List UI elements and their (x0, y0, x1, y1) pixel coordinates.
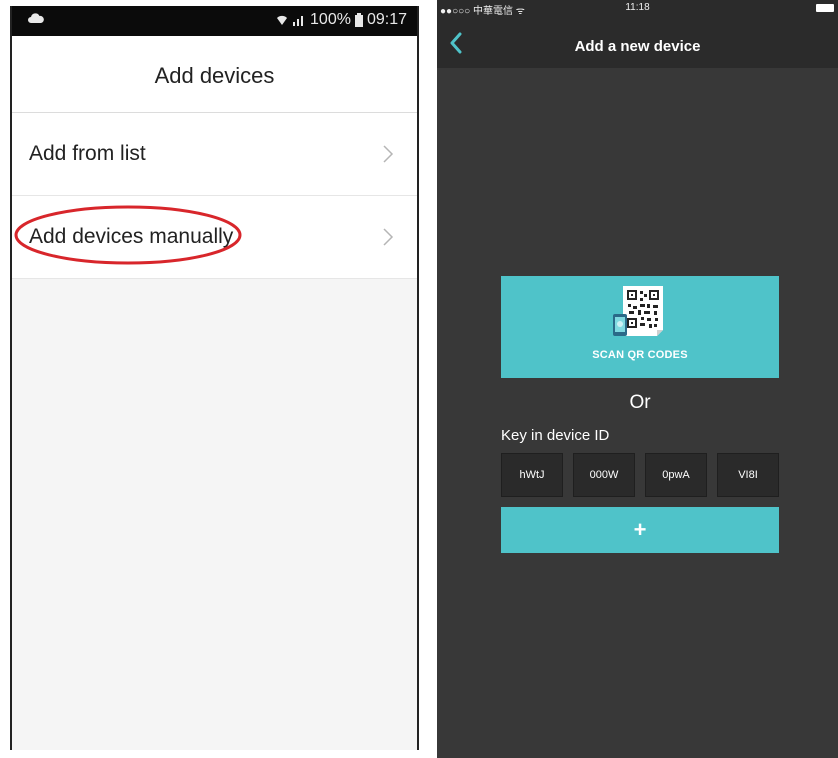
device-id-field-4[interactable]: VI8I (717, 453, 779, 497)
status-time: 11:18 (625, 2, 650, 13)
device-id-field-2[interactable]: 000W (573, 453, 635, 497)
page-title: Add devices (154, 63, 275, 88)
device-id-label: Key in device ID (501, 427, 610, 444)
signal-icon (293, 16, 304, 26)
battery-icon (354, 13, 363, 27)
android-status-bar: 100% 09:17 (12, 6, 417, 36)
scan-qr-label: SCAN QR CODES (592, 349, 688, 361)
scan-qr-button[interactable]: SCAN QR CODES (501, 276, 779, 378)
list-item-add-from-list[interactable]: Add from list (12, 113, 417, 196)
device-id-field-1[interactable]: hWtJ (501, 453, 563, 497)
add-device-button[interactable]: + (501, 507, 779, 553)
device-id-field-3[interactable]: 0pwA (645, 453, 707, 497)
cloud-icon (28, 13, 44, 23)
highlight-ellipse-annotation (14, 205, 242, 265)
chevron-right-icon (383, 228, 394, 246)
or-divider-text: Or (629, 392, 651, 413)
ios-screen: ●●○○○ 中華電信 ᯤ 11:18 Add a new device SCAN… (437, 0, 838, 758)
page-title: Add a new device (574, 38, 701, 55)
list-item-label: Add from list (29, 142, 146, 165)
battery-percent: 100% (310, 11, 351, 28)
battery-icon (816, 4, 834, 12)
ios-status-bar: ●●○○○ 中華電信 ᯤ 11:18 (437, 0, 838, 17)
qr-code-icon (613, 286, 663, 336)
page-header: Add devices (12, 36, 417, 113)
android-screen: 100% 09:17 Add devices Add from list Add… (10, 6, 419, 750)
wifi-icon (277, 15, 288, 25)
status-time: 09:17 (366, 11, 407, 28)
chevron-right-icon (383, 145, 394, 163)
nav-bar: Add a new device (437, 16, 838, 68)
